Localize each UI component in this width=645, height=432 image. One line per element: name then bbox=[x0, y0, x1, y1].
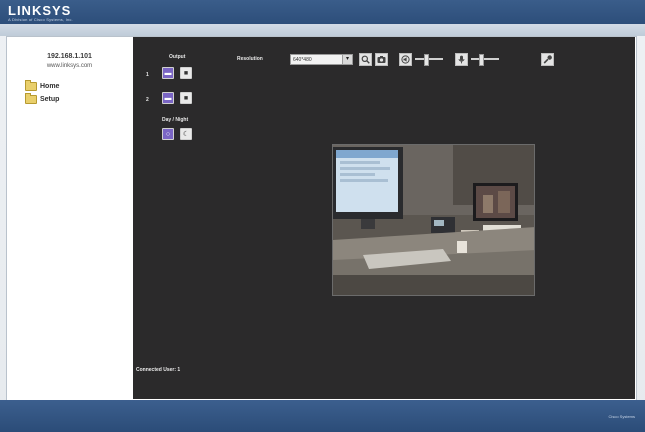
chevron-down-icon: ▾ bbox=[342, 55, 352, 64]
device-ip: 192.168.1.101 bbox=[47, 53, 92, 60]
day-night-title: Day / Night bbox=[162, 117, 189, 123]
sidebar-item-home[interactable]: Home bbox=[25, 80, 60, 91]
camera-icon bbox=[377, 56, 386, 63]
site-url[interactable]: www.linksys.com bbox=[7, 63, 132, 69]
camera-panel: Output 1 ▬ ■ 2 ▬ ■ Day / Night ○ ☾ Resol… bbox=[133, 37, 635, 399]
camera-image bbox=[333, 145, 534, 295]
folder-icon bbox=[25, 93, 37, 104]
resolution-select[interactable]: 640*480 ▾ bbox=[290, 54, 353, 65]
resolution-value: 640*480 bbox=[293, 57, 312, 63]
top-banner: LINKSYS A Division of Cisco Systems, Inc… bbox=[0, 0, 645, 24]
minus-icon: ▬ bbox=[164, 94, 172, 102]
page: LINKSYS A Division of Cisco Systems, Inc… bbox=[0, 0, 645, 432]
sidebar-item-setup[interactable]: Setup bbox=[25, 93, 60, 104]
output-2-on-button[interactable]: ▬ bbox=[162, 92, 174, 104]
folder-icon bbox=[25, 80, 37, 91]
sun-icon: ○ bbox=[165, 130, 171, 138]
snapshot-button[interactable] bbox=[375, 53, 388, 66]
moon-icon: ☾ bbox=[182, 130, 190, 138]
output-1-on-button[interactable]: ▬ bbox=[162, 67, 174, 79]
sub-banner bbox=[0, 24, 645, 36]
zoom-button[interactable] bbox=[359, 53, 372, 66]
sidebar-item-label: Setup bbox=[40, 96, 60, 103]
logo-tagline: A Division of Cisco Systems, Inc. bbox=[8, 17, 73, 22]
day-mode-button[interactable]: ○ bbox=[162, 128, 174, 140]
volume-slider[interactable] bbox=[415, 54, 443, 66]
microphone-icon bbox=[458, 55, 465, 64]
output-2-off-button[interactable]: ■ bbox=[180, 92, 192, 104]
sidebar-item-label: Home bbox=[40, 83, 60, 90]
square-icon: ■ bbox=[183, 94, 189, 102]
magnifier-icon bbox=[361, 55, 370, 64]
output-row-label-1: 1 bbox=[146, 72, 149, 78]
volume-button[interactable] bbox=[399, 53, 412, 66]
linksys-logo: LINKSYS bbox=[8, 3, 72, 18]
camera-video-feed bbox=[332, 144, 535, 296]
volume-slider-handle[interactable] bbox=[424, 54, 429, 66]
resolution-label: Resolution bbox=[237, 56, 263, 62]
sidebar: 192.168.1.101 www.linksys.com Home Setup bbox=[7, 37, 132, 399]
output-1-off-button[interactable]: ■ bbox=[180, 67, 192, 79]
settings-button[interactable] bbox=[541, 53, 554, 66]
footer-banner: Cisco Systems bbox=[0, 400, 645, 432]
speaker-icon bbox=[401, 55, 410, 64]
microphone-slider[interactable] bbox=[471, 54, 499, 66]
output-title: Output bbox=[169, 54, 186, 60]
night-mode-button[interactable]: ☾ bbox=[180, 128, 192, 140]
microphone-slider-handle[interactable] bbox=[479, 54, 484, 66]
wrench-icon bbox=[543, 55, 552, 64]
microphone-button[interactable] bbox=[455, 53, 468, 66]
minus-icon: ▬ bbox=[164, 69, 172, 77]
connected-users-status: Connected User: 1 bbox=[136, 367, 181, 373]
square-icon: ■ bbox=[183, 69, 189, 77]
cisco-logo: Cisco Systems bbox=[608, 414, 635, 419]
output-row-label-2: 2 bbox=[146, 97, 149, 103]
